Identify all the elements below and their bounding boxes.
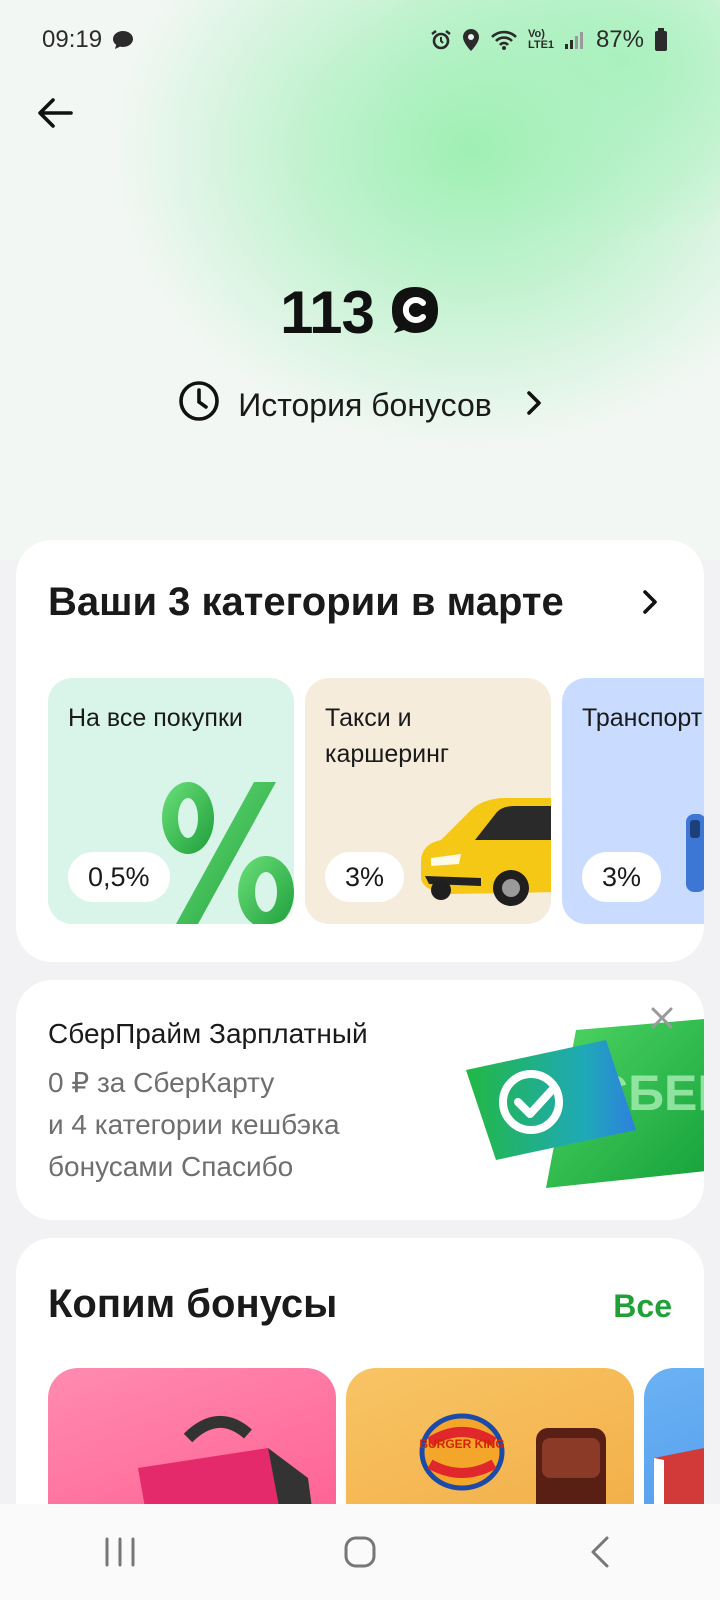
transport-icon (686, 814, 704, 892)
category-label: Такси и каршеринг (325, 704, 450, 768)
spasibo-icon (390, 285, 440, 340)
earn-title: Копим бонусы (48, 1282, 338, 1326)
history-label: История бонусов (238, 386, 492, 423)
category-tiles: На все покупки 0,5% Такси и каршеринг 3%… (48, 678, 704, 924)
category-tile-transport[interactable]: Транспорт 3% (562, 678, 704, 924)
promo-line: 0 ₽ за СберКарту (48, 1067, 275, 1098)
close-icon (651, 1007, 673, 1029)
category-percent: 3% (582, 852, 662, 902)
history-link[interactable]: История бонусов (0, 380, 720, 430)
status-time: 09:19 (42, 26, 103, 53)
promo-line: бонусами Спасибо (48, 1151, 294, 1182)
category-percent: 0,5% (68, 852, 170, 902)
promo-card[interactable]: СберПрайм Зарплатный 0 ₽ за СберКарту и … (16, 980, 704, 1220)
clock-icon (178, 380, 220, 430)
category-label: Транспорт (582, 704, 703, 732)
battery-level: 87% (595, 26, 644, 53)
close-button[interactable] (642, 998, 682, 1038)
arrow-left-icon (38, 98, 73, 128)
status-bar: 09:19 Vo) LTE1 87% (42, 22, 668, 58)
chevron-right-icon (526, 387, 542, 424)
wifi-icon (490, 29, 518, 51)
chevron-right-icon (643, 590, 657, 614)
balance-value: 113 (280, 279, 375, 346)
promo-description: 0 ₽ за СберКарту и 4 категории кешбэка б… (48, 1062, 448, 1188)
home-button[interactable] (315, 1517, 405, 1587)
all-offers-link[interactable]: Все (613, 1288, 672, 1325)
bonus-balance: 113 (0, 278, 720, 347)
battery-icon (654, 28, 668, 52)
category-percent: 3% (325, 852, 405, 902)
promo-title: СберПрайм Зарплатный (48, 1018, 368, 1049)
chevron-left-icon (591, 1536, 609, 1568)
back-button[interactable] (30, 88, 80, 138)
percent-3d-icon (162, 782, 294, 924)
categories-card: Ваши 3 категории в марте На все покупки … (16, 540, 704, 962)
network-type: Vo) LTE1 (527, 28, 555, 51)
sber-banner-image: СБЕР (466, 1019, 704, 1188)
signal-icon (564, 30, 586, 50)
taxi-car-icon (421, 798, 551, 906)
category-tile-taxi[interactable]: Такси и каршеринг 3% (305, 678, 551, 924)
system-back-button[interactable] (555, 1517, 645, 1587)
system-nav-bar (0, 1504, 720, 1600)
home-icon (344, 1536, 376, 1568)
burger-king-logo-text: BURGER KING (419, 1437, 504, 1451)
categories-title: Ваши 3 категории в марте (48, 580, 564, 624)
category-label: На все покупки (68, 704, 243, 732)
location-icon (462, 28, 480, 52)
recent-apps-button[interactable] (75, 1517, 165, 1587)
promo-line: и 4 категории кешбэка (48, 1109, 340, 1140)
recents-icon (105, 1537, 135, 1567)
alarm-icon (430, 29, 452, 51)
categories-open-button[interactable] (630, 582, 670, 622)
category-tile-all-purchases[interactable]: На все покупки 0,5% (48, 678, 294, 924)
message-icon (112, 30, 134, 50)
